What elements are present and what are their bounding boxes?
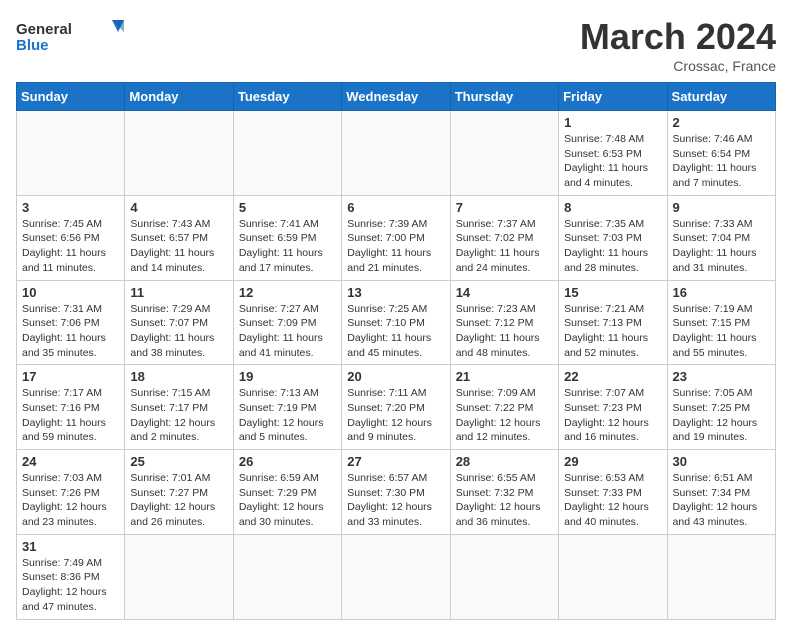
empty-cell <box>125 534 233 619</box>
week-row-5: 24 Sunrise: 7:03 AMSunset: 7:26 PMDaylig… <box>17 450 776 535</box>
day-5: 5 Sunrise: 7:41 AMSunset: 6:59 PMDayligh… <box>233 195 341 280</box>
day-26: 26 Sunrise: 6:59 AMSunset: 7:29 PMDaylig… <box>233 450 341 535</box>
empty-cell <box>233 111 341 196</box>
day-22: 22 Sunrise: 7:07 AMSunset: 7:23 PMDaylig… <box>559 365 667 450</box>
empty-cell <box>342 111 450 196</box>
header-monday: Monday <box>125 83 233 111</box>
title-area: March 2024 Crossac, France <box>580 16 776 74</box>
svg-text:General: General <box>16 21 72 38</box>
empty-cell <box>450 111 558 196</box>
day-1: 1 Sunrise: 7:48 AM Sunset: 6:53 PM Dayli… <box>559 111 667 196</box>
day-30: 30 Sunrise: 6:51 AMSunset: 7:34 PMDaylig… <box>667 450 775 535</box>
header-wednesday: Wednesday <box>342 83 450 111</box>
day-21: 21 Sunrise: 7:09 AMSunset: 7:22 PMDaylig… <box>450 365 558 450</box>
day-27: 27 Sunrise: 6:57 AMSunset: 7:30 PMDaylig… <box>342 450 450 535</box>
empty-cell <box>125 111 233 196</box>
day-6: 6 Sunrise: 7:39 AMSunset: 7:00 PMDayligh… <box>342 195 450 280</box>
week-row-1: 1 Sunrise: 7:48 AM Sunset: 6:53 PM Dayli… <box>17 111 776 196</box>
day-17: 17 Sunrise: 7:17 AMSunset: 7:16 PMDaylig… <box>17 365 125 450</box>
day-19: 19 Sunrise: 7:13 AMSunset: 7:19 PMDaylig… <box>233 365 341 450</box>
day-8: 8 Sunrise: 7:35 AMSunset: 7:03 PMDayligh… <box>559 195 667 280</box>
calendar-table: Sunday Monday Tuesday Wednesday Thursday… <box>16 82 776 620</box>
day-20: 20 Sunrise: 7:11 AMSunset: 7:20 PMDaylig… <box>342 365 450 450</box>
logo: General Blue <box>16 16 126 58</box>
weekday-header-row: Sunday Monday Tuesday Wednesday Thursday… <box>17 83 776 111</box>
empty-cell <box>233 534 341 619</box>
day-7: 7 Sunrise: 7:37 AMSunset: 7:02 PMDayligh… <box>450 195 558 280</box>
svg-text:Blue: Blue <box>16 37 49 54</box>
header-sunday: Sunday <box>17 83 125 111</box>
day-14: 14 Sunrise: 7:23 AMSunset: 7:12 PMDaylig… <box>450 280 558 365</box>
day-13: 13 Sunrise: 7:25 AMSunset: 7:10 PMDaylig… <box>342 280 450 365</box>
header-thursday: Thursday <box>450 83 558 111</box>
day-12: 12 Sunrise: 7:27 AMSunset: 7:09 PMDaylig… <box>233 280 341 365</box>
header-friday: Friday <box>559 83 667 111</box>
daylight-1: Daylight: 11 hours and 4 minutes. <box>564 162 648 189</box>
logo-svg: General Blue <box>16 16 126 58</box>
empty-cell <box>450 534 558 619</box>
calendar-header: General Blue March 2024 Crossac, France <box>16 16 776 74</box>
sunset-1: Sunset: 6:53 PM <box>564 148 642 160</box>
week-row-2: 3 Sunrise: 7:45 AMSunset: 6:56 PMDayligh… <box>17 195 776 280</box>
day-10: 10 Sunrise: 7:31 AMSunset: 7:06 PMDaylig… <box>17 280 125 365</box>
week-row-3: 10 Sunrise: 7:31 AMSunset: 7:06 PMDaylig… <box>17 280 776 365</box>
day-4: 4 Sunrise: 7:43 AMSunset: 6:57 PMDayligh… <box>125 195 233 280</box>
empty-cell <box>667 534 775 619</box>
sunrise-1: Sunrise: 7:48 AM <box>564 133 644 145</box>
day-23: 23 Sunrise: 7:05 AMSunset: 7:25 PMDaylig… <box>667 365 775 450</box>
day-3: 3 Sunrise: 7:45 AMSunset: 6:56 PMDayligh… <box>17 195 125 280</box>
day-31: 31 Sunrise: 7:49 AMSunset: 8:36 PMDaylig… <box>17 534 125 619</box>
day-25: 25 Sunrise: 7:01 AMSunset: 7:27 PMDaylig… <box>125 450 233 535</box>
header-saturday: Saturday <box>667 83 775 111</box>
day-9: 9 Sunrise: 7:33 AMSunset: 7:04 PMDayligh… <box>667 195 775 280</box>
month-title: March 2024 <box>580 16 776 58</box>
day-18: 18 Sunrise: 7:15 AMSunset: 7:17 PMDaylig… <box>125 365 233 450</box>
empty-cell <box>559 534 667 619</box>
day-11: 11 Sunrise: 7:29 AMSunset: 7:07 PMDaylig… <box>125 280 233 365</box>
day-28: 28 Sunrise: 6:55 AMSunset: 7:32 PMDaylig… <box>450 450 558 535</box>
empty-cell <box>342 534 450 619</box>
day-15: 15 Sunrise: 7:21 AMSunset: 7:13 PMDaylig… <box>559 280 667 365</box>
day-29: 29 Sunrise: 6:53 AMSunset: 7:33 PMDaylig… <box>559 450 667 535</box>
header-tuesday: Tuesday <box>233 83 341 111</box>
week-row-4: 17 Sunrise: 7:17 AMSunset: 7:16 PMDaylig… <box>17 365 776 450</box>
week-row-6: 31 Sunrise: 7:49 AMSunset: 8:36 PMDaylig… <box>17 534 776 619</box>
empty-cell <box>17 111 125 196</box>
day-16: 16 Sunrise: 7:19 AMSunset: 7:15 PMDaylig… <box>667 280 775 365</box>
location: Crossac, France <box>580 58 776 74</box>
day-2: 2 Sunrise: 7:46 AM Sunset: 6:54 PM Dayli… <box>667 111 775 196</box>
day-24: 24 Sunrise: 7:03 AMSunset: 7:26 PMDaylig… <box>17 450 125 535</box>
